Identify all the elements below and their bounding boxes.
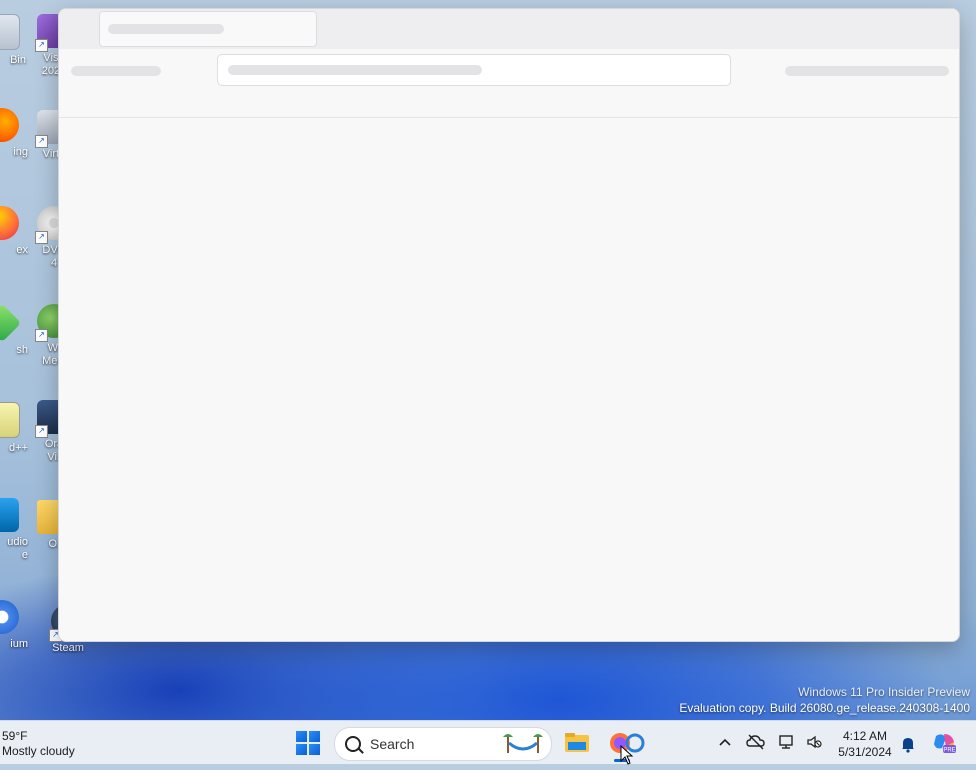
desktop-icon-chromium[interactable]: ium bbox=[0, 600, 28, 651]
app-icon bbox=[0, 303, 22, 343]
show-hidden-icons-chevron-icon[interactable] bbox=[718, 737, 732, 747]
desktop-icon-label: udio e bbox=[7, 536, 28, 561]
firefox-icon bbox=[0, 206, 19, 240]
volume-muted-icon[interactable] bbox=[806, 735, 822, 749]
window-titlebar[interactable] bbox=[59, 9, 959, 49]
weather-widget[interactable]: 59°F Mostly cloudy bbox=[2, 729, 75, 759]
tab-title-placeholder bbox=[108, 24, 224, 34]
evaluation-watermark: Windows 11 Pro Insider Preview Evaluatio… bbox=[679, 684, 970, 716]
onedrive-offline-icon[interactable] bbox=[746, 734, 766, 750]
desktop-icon-app[interactable]: sh bbox=[0, 303, 28, 357]
start-button[interactable] bbox=[296, 731, 320, 755]
search-label: Search bbox=[370, 736, 415, 752]
search-icon bbox=[345, 736, 361, 752]
mouse-cursor bbox=[620, 744, 634, 770]
chromium-icon bbox=[0, 600, 19, 634]
taskbar-file-explorer[interactable] bbox=[562, 728, 592, 758]
copilot-pre-icon[interactable]: PRE bbox=[932, 732, 956, 754]
desktop-icon-label: Steam bbox=[52, 642, 84, 654]
desktop-icon-firefox[interactable]: ex bbox=[0, 206, 28, 257]
clock-time: 4:12 AM bbox=[842, 729, 888, 743]
desktop-icon-label: d++ bbox=[9, 442, 28, 454]
notification-bell-icon[interactable] bbox=[900, 735, 916, 753]
shortcut-arrow-icon: ↗ bbox=[35, 425, 48, 438]
desktop-icon-label: Bin bbox=[10, 54, 26, 66]
pointer-cursor-icon bbox=[620, 744, 634, 765]
search-highlight-hammock-icon bbox=[503, 734, 543, 753]
visual-studio-code-icon bbox=[0, 498, 19, 532]
address-text-placeholder bbox=[228, 65, 482, 75]
desktop-icon-recycle-bin[interactable]: Bin bbox=[0, 14, 28, 67]
desktop-icon-label: ex bbox=[16, 244, 28, 256]
taskbar-clock[interactable]: 4:12 AM 5/31/2024 bbox=[832, 728, 898, 760]
windows-logo-icon bbox=[296, 744, 307, 755]
toolbar-placeholder-left bbox=[71, 66, 161, 76]
windows-logo-icon bbox=[309, 744, 320, 755]
network-icon[interactable] bbox=[778, 734, 796, 750]
watermark-edition: Windows 11 Pro Insider Preview bbox=[798, 685, 970, 699]
taskbar-search-box[interactable]: Search bbox=[334, 727, 552, 761]
toolbar-placeholder-right bbox=[785, 66, 949, 76]
recycle-bin-icon bbox=[0, 14, 20, 50]
weather-condition: Mostly cloudy bbox=[2, 744, 75, 758]
window-content-area bbox=[59, 118, 959, 641]
desktop-icon-label: ing bbox=[13, 146, 28, 158]
shortcut-arrow-icon: ↗ bbox=[35, 329, 48, 342]
windows-logo-icon bbox=[309, 731, 320, 742]
window-tab-placeholder[interactable] bbox=[99, 11, 317, 47]
desktop-icon-label: sh bbox=[16, 344, 28, 356]
watermark-build: Evaluation copy. Build 26080.ge_release.… bbox=[679, 701, 970, 715]
file-explorer-icon bbox=[565, 733, 589, 752]
system-tray bbox=[712, 721, 832, 764]
clock-date: 5/31/2024 bbox=[838, 745, 892, 759]
app-window[interactable] bbox=[58, 8, 960, 642]
shortcut-arrow-icon: ↗ bbox=[35, 231, 48, 244]
address-bar-placeholder[interactable] bbox=[217, 54, 731, 86]
shortcut-arrow-icon: ↗ bbox=[35, 39, 48, 52]
windows-logo-icon bbox=[296, 731, 307, 742]
svg-text:PRE: PRE bbox=[943, 748, 955, 754]
taskbar: 59°F Mostly cloudy Search 4:12 AM 5/31/2… bbox=[0, 720, 976, 765]
firefox-beta-icon bbox=[0, 108, 19, 142]
shortcut-arrow-icon: ↗ bbox=[35, 135, 48, 148]
desktop-icon-notepad-plus-plus[interactable]: d++ bbox=[0, 402, 28, 455]
desktop-icon-vscode[interactable]: udio e bbox=[0, 498, 28, 562]
desktop-icon-firefox-beta[interactable]: ing bbox=[0, 108, 28, 159]
notepad-plus-plus-icon bbox=[0, 402, 20, 438]
weather-temperature: 59°F bbox=[2, 729, 28, 743]
desktop-icon-label: ium bbox=[10, 638, 28, 650]
